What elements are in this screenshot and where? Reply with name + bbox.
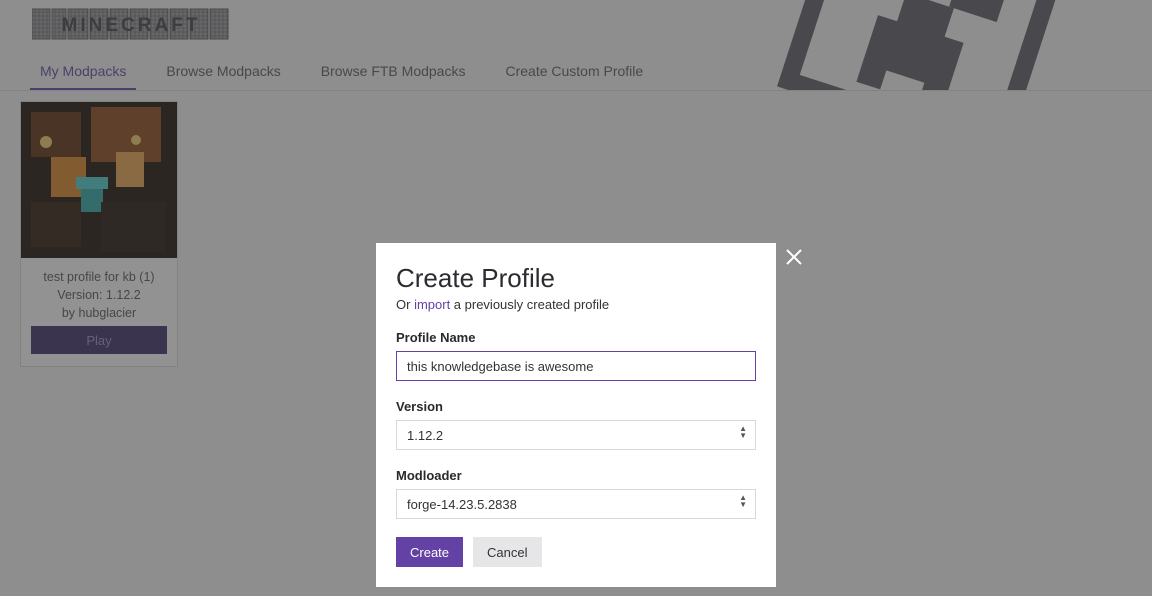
profile-name-input[interactable] [396,351,756,381]
modloader-select[interactable]: forge-14.23.5.2838 ▲▼ [396,489,756,519]
version-value: 1.12.2 [407,428,443,443]
create-profile-modal: Create Profile Or import a previously cr… [376,243,776,587]
profile-name-label: Profile Name [396,330,756,345]
select-stepper-icon: ▲▼ [739,494,747,508]
modal-sub-prefix: Or [396,297,414,312]
modloader-value: forge-14.23.5.2838 [407,497,517,512]
create-button[interactable]: Create [396,537,463,567]
cancel-button[interactable]: Cancel [473,537,541,567]
select-stepper-icon: ▲▼ [739,425,747,439]
modal-overlay: Create Profile Or import a previously cr… [0,0,1152,596]
modal-sub-suffix: a previously created profile [450,297,609,312]
close-icon[interactable] [782,245,806,269]
version-label: Version [396,399,756,414]
import-link[interactable]: import [414,297,450,312]
modal-title: Create Profile [396,263,756,294]
modal-subtitle: Or import a previously created profile [396,297,756,312]
version-select[interactable]: 1.12.2 ▲▼ [396,420,756,450]
modloader-label: Modloader [396,468,756,483]
